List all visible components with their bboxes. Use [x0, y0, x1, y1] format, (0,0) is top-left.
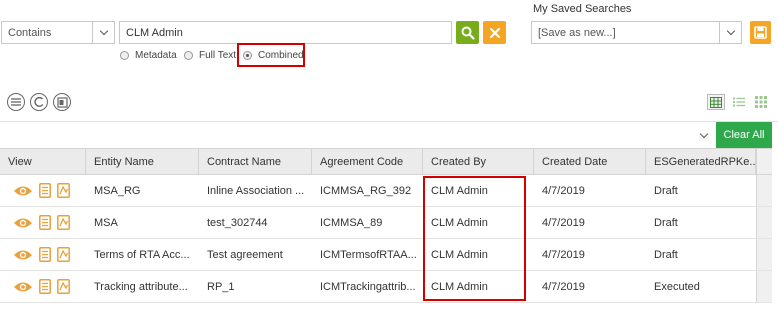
contract-name-cell: Test agreement — [207, 248, 283, 261]
eye-icon[interactable] — [13, 249, 33, 261]
search-input[interactable]: CLM Admin — [119, 21, 452, 44]
saved-searches-dropdown[interactable]: [Save as new...] — [531, 21, 742, 44]
chevron-down-icon[interactable] — [92, 22, 114, 43]
saved-searches-label: My Saved Searches — [533, 3, 632, 15]
agreement-code-cell: ICMTermsofRTAA... — [320, 248, 417, 261]
esgenerated-cell: Draft — [654, 216, 678, 229]
operator-value: Contains — [8, 26, 52, 39]
esgenerated-cell: Executed — [654, 280, 700, 293]
chevron-down-icon[interactable] — [719, 22, 741, 43]
view-actions-cell — [0, 239, 86, 270]
saved-searches-value: [Save as new...] — [538, 26, 616, 39]
table-row[interactable]: MSA_RG Inline Association ... ICMMSA_RG_… — [0, 175, 772, 207]
list-view-button[interactable] — [7, 93, 25, 111]
search-mode-metadata[interactable]: Metadata — [120, 50, 177, 61]
created-date-cell: 4/7/2019 — [542, 248, 585, 261]
header-scroll-strip — [756, 149, 772, 174]
search-icon — [461, 26, 475, 40]
search-mode-combined[interactable]: Combined — [243, 50, 304, 61]
agreement-code-cell: ICMMSA_89 — [320, 216, 383, 229]
entity-name-cell: MSA_RG — [94, 184, 141, 197]
entity-name-cell: Tracking attribute... — [94, 280, 188, 293]
row-scroll-strip — [756, 271, 772, 302]
tile-view-toggle[interactable] — [752, 94, 770, 110]
table-row[interactable]: MSA test_302744 ICMMSA_89 CLM Admin 4/7/… — [0, 207, 772, 239]
clear-all-button[interactable]: Clear All — [716, 122, 772, 148]
compact-list-toggle[interactable] — [730, 94, 748, 110]
full-text-radio[interactable] — [184, 51, 193, 60]
agreement-code-cell: ICMMSA_RG_392 — [320, 184, 412, 197]
contract-icon[interactable] — [57, 215, 70, 230]
document-icon[interactable] — [39, 247, 51, 262]
row-scroll-strip — [756, 207, 772, 238]
grid-view-icon — [710, 96, 722, 108]
list-view-icon — [11, 98, 21, 106]
table-row[interactable]: Terms of RTA Acc... Test agreement ICMTe… — [0, 239, 772, 271]
column-chooser-chevron-icon[interactable] — [698, 129, 710, 141]
search-button[interactable] — [456, 21, 479, 44]
row-scroll-strip — [756, 175, 772, 206]
row-scroll-strip — [756, 239, 772, 270]
created-date-cell: 4/7/2019 — [542, 184, 585, 197]
grid-view-toggle[interactable] — [707, 94, 725, 110]
clear-x-icon — [489, 27, 500, 38]
view-actions-cell — [0, 271, 86, 302]
esgenerated-cell: Draft — [654, 184, 678, 197]
table-row[interactable]: Tracking attribute... RP_1 ICMTrackingat… — [0, 271, 772, 303]
refresh-icon — [34, 96, 44, 107]
full-text-label: Full Text — [199, 50, 237, 61]
search-input-value: CLM Admin — [126, 26, 183, 39]
contract-name-cell: Inline Association ... — [207, 184, 305, 197]
contract-name-cell: RP_1 — [207, 280, 235, 293]
contract-icon[interactable] — [57, 279, 70, 294]
view-actions-cell — [0, 207, 86, 238]
contract-icon[interactable] — [57, 183, 70, 198]
contract-name-cell: test_302744 — [207, 216, 268, 229]
entity-name-cell: MSA — [94, 216, 118, 229]
column-header-view[interactable]: View — [0, 149, 86, 174]
column-header-entity-name[interactable]: Entity Name — [86, 149, 199, 174]
toolbar-divider — [0, 121, 778, 122]
save-search-button[interactable] — [750, 21, 771, 44]
created-by-highlight-box — [423, 176, 526, 301]
created-date-cell: 4/7/2019 — [542, 280, 585, 293]
clear-search-button[interactable] — [483, 21, 506, 44]
operator-dropdown[interactable]: Contains — [1, 21, 115, 44]
column-header-created-date[interactable]: Created Date — [534, 149, 646, 174]
metadata-label: Metadata — [135, 50, 177, 61]
eye-icon[interactable] — [13, 185, 33, 197]
entity-name-cell: Terms of RTA Acc... — [94, 248, 190, 261]
combined-radio[interactable] — [243, 51, 252, 60]
export-icon — [56, 96, 68, 108]
agreement-code-cell: ICMTrackingattrib... — [320, 280, 416, 293]
column-header-contract-name[interactable]: Contract Name — [199, 149, 312, 174]
document-icon[interactable] — [39, 183, 51, 198]
combined-label: Combined — [258, 50, 304, 61]
save-icon — [754, 26, 767, 39]
table-body: MSA_RG Inline Association ... ICMMSA_RG_… — [0, 175, 772, 303]
eye-icon[interactable] — [13, 281, 33, 293]
created-date-cell: 4/7/2019 — [542, 216, 585, 229]
column-header-esgenerated[interactable]: ESGeneratedRPKe... — [646, 149, 756, 174]
refresh-button[interactable] — [30, 93, 48, 111]
view-actions-cell — [0, 175, 86, 206]
column-header-created-by[interactable]: Created By — [423, 149, 534, 174]
search-mode-full-text[interactable]: Full Text — [184, 50, 236, 61]
document-icon[interactable] — [39, 215, 51, 230]
compact-list-icon — [733, 97, 745, 107]
document-icon[interactable] — [39, 279, 51, 294]
metadata-radio[interactable] — [120, 51, 129, 60]
contract-icon[interactable] — [57, 247, 70, 262]
esgenerated-cell: Draft — [654, 248, 678, 261]
column-header-agreement-code[interactable]: Agreement Code — [312, 149, 423, 174]
eye-icon[interactable] — [13, 217, 33, 229]
table-header: View Entity Name Contract Name Agreement… — [0, 148, 772, 175]
export-button[interactable] — [53, 93, 71, 111]
tile-view-icon — [755, 96, 767, 108]
